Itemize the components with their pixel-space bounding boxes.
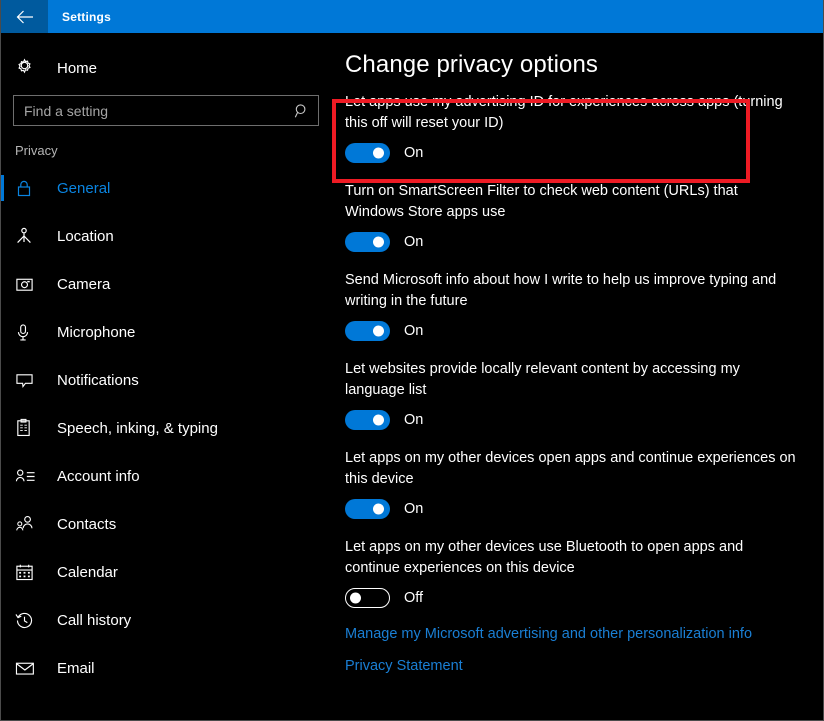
toggle-smartscreen-filter[interactable]: On: [345, 232, 823, 252]
sidebar-item-label: Speech, inking, & typing: [57, 419, 218, 437]
sidebar-item-label: General: [57, 179, 111, 197]
search-box[interactable]: [13, 95, 319, 126]
toggle-state-label: Off: [404, 590, 424, 606]
microphone-icon: [15, 323, 47, 342]
setting-description: Send Microsoft info about how I write to…: [345, 272, 777, 309]
setting-description: Let apps use my advertising ID for exper…: [345, 94, 783, 131]
sidebar-item-speech-inking-typing[interactable]: Speech, inking, & typing: [1, 404, 331, 452]
page-title: Change privacy options: [345, 51, 599, 78]
speech-bubble-icon: [15, 372, 47, 389]
sidebar-item-contacts[interactable]: Contacts: [1, 500, 331, 548]
sidebar-item-notifications[interactable]: Notifications: [1, 356, 331, 404]
camera-icon: [15, 275, 47, 294]
toggle-switch[interactable]: [345, 143, 390, 163]
setting-bluetooth-experiences: Let apps on my other devices use Bluetoo…: [345, 537, 823, 608]
sidebar-nav-list: General Location Camera Microphone Notif…: [1, 164, 331, 692]
main-content: Change privacy options Let apps use my a…: [331, 33, 823, 720]
contacts-icon: [15, 515, 47, 533]
sidebar-item-label: Calendar: [57, 563, 118, 581]
sidebar-item-label: Email: [57, 659, 95, 677]
toggle-knob: [373, 414, 384, 426]
lock-icon: [15, 179, 47, 198]
setting-description: Let websites provide locally relevant co…: [345, 361, 740, 398]
link-manage-advertising-info[interactable]: Manage my Microsoft advertising and othe…: [345, 626, 752, 642]
sidebar-item-location[interactable]: Location: [1, 212, 331, 260]
sidebar-item-label: Microphone: [57, 323, 136, 341]
sidebar-item-home[interactable]: Home: [1, 50, 331, 86]
toggle-state-label: On: [404, 501, 424, 517]
sidebar-item-label: Notifications: [57, 371, 139, 389]
gear-icon: [15, 56, 47, 80]
toggle-language-list[interactable]: On: [345, 410, 823, 430]
sidebar-item-label: Account info: [57, 467, 140, 485]
sidebar-item-account-info[interactable]: Account info: [1, 452, 331, 500]
toggle-switch[interactable]: [345, 232, 390, 252]
setting-description: Turn on SmartScreen Filter to check web …: [345, 183, 738, 220]
sidebar-item-camera[interactable]: Camera: [1, 260, 331, 308]
sidebar-item-microphone[interactable]: Microphone: [1, 308, 331, 356]
setting-smartscreen-filter: Turn on SmartScreen Filter to check web …: [345, 181, 823, 252]
title-bar: Settings: [1, 0, 823, 33]
envelope-icon: [15, 661, 47, 676]
toggle-state-label: On: [404, 323, 424, 339]
calendar-icon: [15, 563, 47, 582]
toggle-state-label: On: [404, 234, 424, 250]
sidebar-section-label: Privacy: [15, 143, 58, 158]
location-pin-icon: [15, 227, 47, 246]
toggle-state-label: On: [404, 412, 424, 428]
setting-advertising-id: Let apps use my advertising ID for exper…: [345, 92, 823, 163]
toggle-knob: [373, 147, 384, 159]
sidebar-item-label: Contacts: [57, 515, 117, 533]
sidebar-item-calendar[interactable]: Calendar: [1, 548, 331, 596]
setting-language-list: Let websites provide locally relevant co…: [345, 359, 823, 430]
settings-window: Settings Home Privacy: [0, 0, 824, 721]
toggle-knob: [373, 325, 384, 337]
toggle-continue-experiences[interactable]: On: [345, 499, 823, 519]
toggle-switch[interactable]: [345, 588, 390, 608]
sidebar-item-general[interactable]: General: [1, 164, 331, 212]
setting-description: Let apps on my other devices use Bluetoo…: [345, 539, 744, 576]
sidebar-item-label: Location: [57, 227, 114, 245]
sidebar-item-email[interactable]: Email: [1, 644, 331, 692]
sidebar-item-call-history[interactable]: Call history: [1, 596, 331, 644]
account-info-icon: [15, 468, 47, 485]
sidebar: Home Privacy General: [1, 33, 331, 720]
link-privacy-statement[interactable]: Privacy Statement: [345, 658, 463, 674]
window-title: Settings: [62, 9, 111, 24]
search-input[interactable]: [24, 102, 294, 119]
setting-typing-info: Send Microsoft info about how I write to…: [345, 270, 823, 341]
toggle-switch[interactable]: [345, 499, 390, 519]
sidebar-item-label: Home: [57, 59, 98, 77]
setting-description: Let apps on my other devices open apps a…: [345, 450, 796, 487]
setting-continue-experiences: Let apps on my other devices open apps a…: [345, 448, 823, 519]
toggle-switch[interactable]: [345, 321, 390, 341]
sidebar-item-label: Call history: [57, 611, 132, 629]
back-arrow-icon: [16, 10, 34, 24]
toggle-state-label: On: [404, 145, 424, 161]
toggle-advertising-id[interactable]: On: [345, 143, 823, 163]
toggle-switch[interactable]: [345, 410, 390, 430]
call-history-icon: [15, 611, 47, 630]
search-icon[interactable]: [294, 103, 310, 119]
back-button[interactable]: [1, 0, 48, 33]
toggle-knob: [373, 503, 384, 515]
clipboard-icon: [15, 418, 47, 438]
toggle-knob: [373, 236, 384, 248]
sidebar-item-label: Camera: [57, 275, 111, 293]
toggle-typing-info[interactable]: On: [345, 321, 823, 341]
toggle-knob: [350, 592, 361, 604]
toggle-bluetooth-experiences[interactable]: Off: [345, 588, 823, 608]
